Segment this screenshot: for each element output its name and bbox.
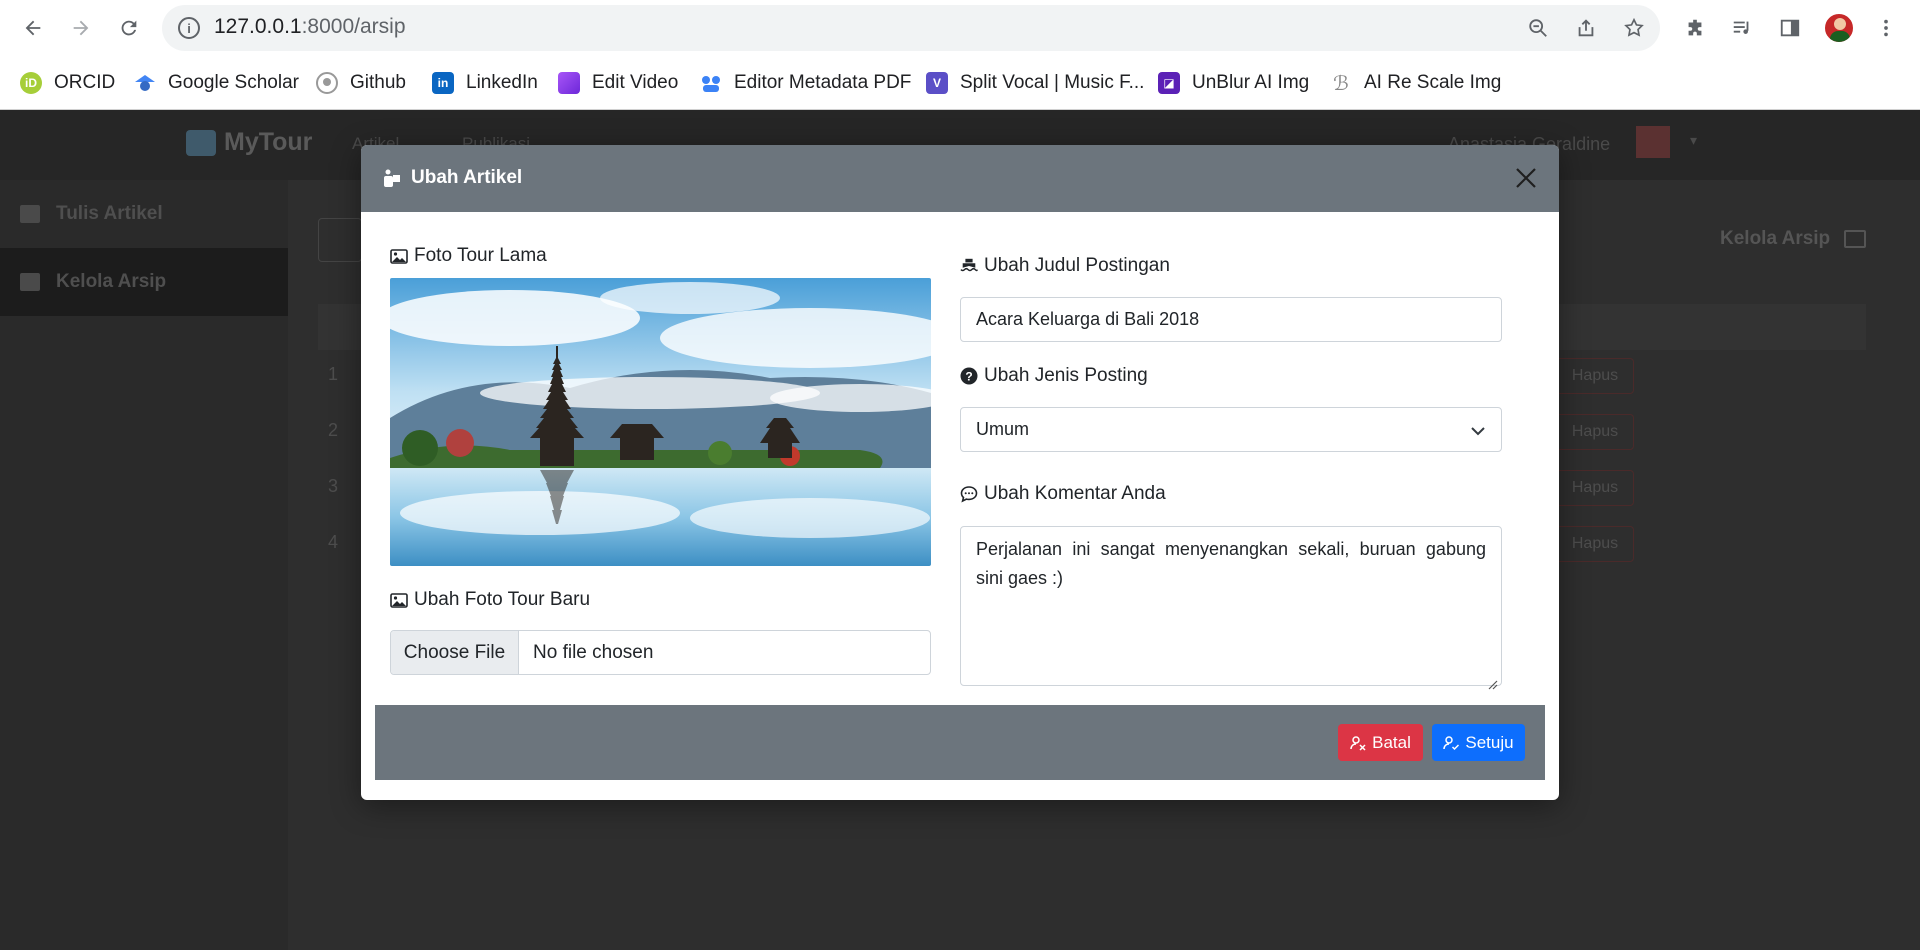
file-upload-input[interactable]: Choose File No file chosen: [390, 630, 931, 675]
metadata-icon: [700, 72, 722, 94]
media-control-icon[interactable]: [1728, 14, 1756, 42]
modal-header: Ubah Artikel: [361, 145, 1559, 212]
chevron-down-icon: ▾: [1690, 132, 1698, 148]
cancel-button[interactable]: Batal: [1338, 724, 1423, 761]
table-row-number: 3: [328, 476, 339, 496]
type-field-label: ? Ubah Jenis Posting: [960, 365, 1148, 387]
bookmark-ai-rescale[interactable]: ℬ AI Re Scale Img: [1330, 68, 1501, 98]
bookmark-github[interactable]: Github: [316, 68, 406, 98]
chat-icon: [960, 486, 978, 503]
folder-open-icon: [20, 273, 40, 291]
table-row-number: 1: [328, 364, 339, 384]
title-field-label: Ubah Judul Postingan: [960, 255, 1170, 277]
mytour-logo-icon: [186, 129, 216, 156]
back-icon[interactable]: [18, 13, 48, 43]
table-row-number: 4: [328, 532, 339, 552]
file-status-text: No file chosen: [533, 641, 654, 663]
ship-icon: [960, 258, 978, 274]
forward-icon[interactable]: [66, 13, 96, 43]
zoom-icon[interactable]: [1524, 14, 1552, 42]
unblur-icon: ◪: [1158, 72, 1180, 94]
browser-menu-icon[interactable]: [1872, 14, 1900, 42]
bookmarks-bar: iD ORCID Google Scholar Github in LinkedIn…: [0, 56, 1920, 110]
export-button: [318, 218, 362, 262]
brand-logo: MyTour: [186, 128, 312, 157]
pen-icon: [20, 205, 40, 223]
bookmark-unblur[interactable]: ◪ UnBlur AI Img: [1158, 68, 1309, 98]
bookmark-editor-metadata-pdf[interactable]: Editor Metadata PDF: [700, 68, 911, 98]
delete-button: Hapus: [1556, 358, 1634, 394]
resize-handle-icon[interactable]: [1486, 670, 1498, 690]
comment-text: Perjalanan ini sangat menyenangkan sekal…: [976, 539, 1486, 588]
bookmark-star-icon[interactable]: [1620, 14, 1648, 42]
bookmark-edit-video[interactable]: Edit Video: [558, 68, 678, 98]
image-icon: [390, 248, 408, 264]
profile-avatar[interactable]: [1823, 12, 1855, 44]
user-check-icon: [1443, 735, 1460, 751]
extensions-icon[interactable]: [1681, 14, 1709, 42]
side-panel-icon[interactable]: [1776, 14, 1804, 42]
user-x-icon: [1350, 735, 1366, 751]
bookmark-orcid[interactable]: iD ORCID: [20, 68, 115, 98]
edit-article-modal: Ubah Artikel Foto Tour Lama Ubah Foto To…: [361, 145, 1559, 800]
orcid-icon: iD: [20, 72, 42, 94]
google-scholar-icon: [134, 72, 156, 94]
site-info-icon[interactable]: i: [178, 17, 200, 39]
table-row-number: 2: [328, 420, 339, 440]
rescale-icon: ℬ: [1333, 72, 1349, 95]
comment-field-label: Ubah Komentar Anda: [960, 483, 1166, 505]
linkedin-icon: in: [432, 72, 454, 94]
bookmark-google-scholar[interactable]: Google Scholar: [134, 68, 299, 98]
comment-textarea[interactable]: Perjalanan ini sangat menyenangkan sekal…: [960, 526, 1502, 690]
page-heading: Kelola Arsip: [1720, 228, 1867, 250]
bookmark-linkedin[interactable]: in LinkedIn: [432, 68, 538, 98]
person-carry-box-icon: [381, 169, 401, 187]
old-photo-label: Foto Tour Lama: [390, 245, 547, 267]
delete-button: Hapus: [1556, 526, 1634, 562]
post-title-input[interactable]: Acara Keluarga di Bali 2018: [960, 297, 1502, 342]
choose-file-button[interactable]: Choose File: [391, 631, 519, 674]
user-avatar: [1636, 126, 1670, 158]
modal-title: Ubah Artikel: [381, 167, 522, 189]
close-icon[interactable]: [1511, 163, 1541, 193]
confirm-button[interactable]: Setuju: [1432, 724, 1525, 761]
sidebar-item-kelola-arsip: Kelola Arsip: [0, 248, 288, 316]
sidebar-item-tulis-artikel: Tulis Artikel: [0, 180, 288, 248]
browser-chrome: i 127.0.0.1:8000/arsip iD ORCID Google Sc…: [0, 0, 1920, 110]
github-icon: [316, 72, 338, 94]
url-text[interactable]: 127.0.0.1:8000/arsip: [214, 15, 406, 39]
reload-icon[interactable]: [114, 13, 144, 43]
browser-toolbar: i 127.0.0.1:8000/arsip: [0, 0, 1920, 56]
delete-button: Hapus: [1556, 414, 1634, 450]
edit-video-icon: [558, 72, 580, 94]
split-vocal-icon: V: [926, 72, 948, 94]
sidebar: Tulis Artikel Kelola Arsip: [0, 180, 288, 950]
share-icon[interactable]: [1572, 14, 1600, 42]
post-type-value: Umum: [976, 419, 1029, 439]
folder-open-icon: [1844, 230, 1867, 248]
bookmark-split-vocal[interactable]: V Split Vocal | Music F...: [926, 68, 1144, 98]
post-type-select[interactable]: Umum: [960, 407, 1502, 452]
modal-footer: Batal Setuju: [375, 705, 1545, 780]
delete-button: Hapus: [1556, 470, 1634, 506]
new-photo-label: Ubah Foto Tour Baru: [390, 589, 590, 611]
old-tour-photo: [390, 278, 931, 566]
image-icon: [390, 592, 408, 608]
question-circle-icon: ?: [960, 367, 978, 385]
svg-text:?: ?: [965, 370, 972, 384]
chevron-down-icon: [1469, 422, 1487, 440]
